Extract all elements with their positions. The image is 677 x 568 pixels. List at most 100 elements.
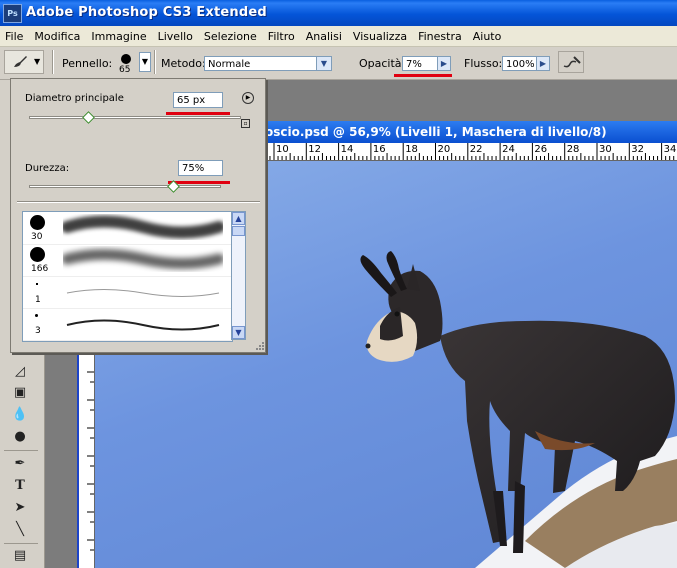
toolbox-separator [4,450,38,451]
gradient-tool-icon[interactable]: ▣ [9,383,31,403]
brush-label: Pennello: [62,57,113,70]
stroke-preview [63,249,223,269]
menu-aiuto[interactable]: Aiuto [468,30,508,43]
panel-menu-button[interactable]: ▶ [242,92,254,104]
chevron-down-icon: ▼ [34,57,41,66]
stroke-preview [66,289,220,297]
mode-dropdown-button[interactable]: ▼ [316,56,332,71]
brush-preset-item[interactable]: 30 [23,212,232,245]
options-separator [154,50,156,74]
flow-slider-button[interactable]: ▶ [536,56,550,71]
brush-preset-size: 3 [35,326,41,336]
diameter-slider-track[interactable] [29,116,241,119]
menu-selezione[interactable]: Selezione [199,30,263,43]
brush-size-readout: 65 [119,65,131,75]
diameter-highlight-underline [166,112,230,115]
type-tool-icon[interactable]: T [9,476,31,496]
menu-filtro[interactable]: Filtro [263,30,301,43]
scroll-thumb[interactable] [232,226,245,236]
stroke-preview [66,319,220,331]
brush-preset-item[interactable]: 166 [23,244,232,277]
brush-picker-thumbnail[interactable]: 65 [116,52,138,75]
save-preset-button[interactable]: ▫ [241,119,250,128]
photoshop-logo-icon[interactable]: Ps [3,4,22,23]
hardness-input[interactable]: 75% [178,160,223,176]
flow-input[interactable]: 100% [502,56,537,71]
brush-picker-dropdown-button[interactable]: ▼ [139,52,151,72]
diameter-label: Diametro principale [25,93,124,104]
chevron-right-icon: ▶ [440,59,448,68]
chevron-up-icon: ▲ [235,214,242,223]
small-brush-icon [35,314,38,317]
vertical-ruler[interactable] [77,338,95,568]
document-title-bar[interactable]: oscio.psd @ 56,9% (Livelli 1, Maschera d… [262,121,677,143]
brush-preset-size: 1 [35,295,41,305]
ruler-number: 26 [534,144,547,155]
ruler-number: 20 [438,144,451,155]
airbrush-icon [563,56,581,68]
ruler-number: 16 [373,144,386,155]
menu-livello[interactable]: Livello [153,30,199,43]
airbrush-toggle[interactable] [558,51,584,73]
brush-preset-list[interactable]: 30 166 1 3 [22,211,233,342]
horizontal-ruler-ticks: 10 12 14 16 18 20 22 24 26 28 30 32 34 [265,143,676,160]
line-tool-icon[interactable]: ╲ [9,520,31,540]
brush-tool-icon [14,56,27,67]
blur-tool-icon[interactable]: 💧 [9,405,31,425]
menu-finestra[interactable]: Finestra [413,30,468,43]
stroke-preview [63,215,223,239]
document-title: oscio.psd @ 56,9% (Livelli 1, Maschera d… [265,125,607,139]
flow-label: Flusso: [464,57,503,70]
mode-select[interactable]: Normale [204,56,317,71]
menu-analisi[interactable]: Analisi [301,30,348,43]
ruler-number: 24 [502,144,515,155]
opacity-label: Opacità: [359,57,406,70]
ruler-number: 14 [341,144,354,155]
brush-preset-size: 166 [31,264,49,274]
dodge-tool-icon[interactable]: ● [9,427,31,447]
menu-immagine[interactable]: Immagine [86,30,152,43]
ruler-number: 22 [470,144,483,155]
hardness-slider-track[interactable] [29,185,221,188]
brush-preset-picker-panel: Diametro principale 65 px ▶ ▫ Durezza: 7… [10,78,266,353]
brush-preset-item[interactable]: 3 [23,308,232,341]
ruler-number: 28 [567,144,580,155]
panel-resize-grip[interactable] [255,341,265,351]
opacity-input[interactable]: 7% [402,56,438,71]
tool-preset-picker[interactable]: ▼ [4,50,44,74]
ruler-number: 30 [599,144,612,155]
menu-visualizza[interactable]: Visualizza [348,30,413,43]
pen-tool-icon[interactable]: ✒ [9,454,31,474]
brush-preset-size: 30 [31,232,43,242]
menu-modifica[interactable]: Modifica [29,30,86,43]
brush-preset-item[interactable]: 1 [23,276,232,309]
opacity-highlight-underline [394,74,452,77]
path-selection-tool-icon[interactable]: ➤ [9,498,31,518]
scroll-up-button[interactable]: ▲ [232,212,245,225]
eraser-tool-icon[interactable]: ◿ [9,362,31,382]
app-title-bar: Ps Adobe Photoshop CS3 Extended [0,0,677,26]
chevron-down-icon: ▼ [141,57,149,66]
scroll-down-button[interactable]: ▼ [232,326,245,339]
diameter-input[interactable]: 65 px [173,92,223,108]
menu-file[interactable]: File [0,30,29,43]
round-brush-icon [121,54,131,64]
mode-label: Metodo: [161,57,206,70]
preset-list-scrollbar[interactable]: ▲ ▼ [231,211,246,340]
play-arrow-icon: ▶ [245,94,251,101]
hardness-label: Durezza: [25,163,70,174]
round-brush-icon [30,247,45,262]
round-brush-icon [30,215,45,230]
tiny-brush-icon [36,283,38,285]
opacity-slider-button[interactable]: ▶ [437,56,451,71]
ruler-number: 32 [631,144,644,155]
ruler-number: 12 [308,144,321,155]
tool-options-bar: ▼ Pennello: 65 ▼ Metodo: Normale ▼ Opaci… [0,47,677,80]
notes-tool-icon[interactable]: ▤ [9,546,31,566]
horizontal-ruler[interactable]: 10 12 14 16 18 20 22 24 26 28 30 32 34 [262,143,677,161]
diameter-slider-thumb[interactable] [82,111,96,124]
chevron-right-icon: ▶ [539,59,547,68]
toolbox-separator [4,543,38,544]
options-separator [52,50,54,74]
app-title: Adobe Photoshop CS3 Extended [26,5,267,20]
